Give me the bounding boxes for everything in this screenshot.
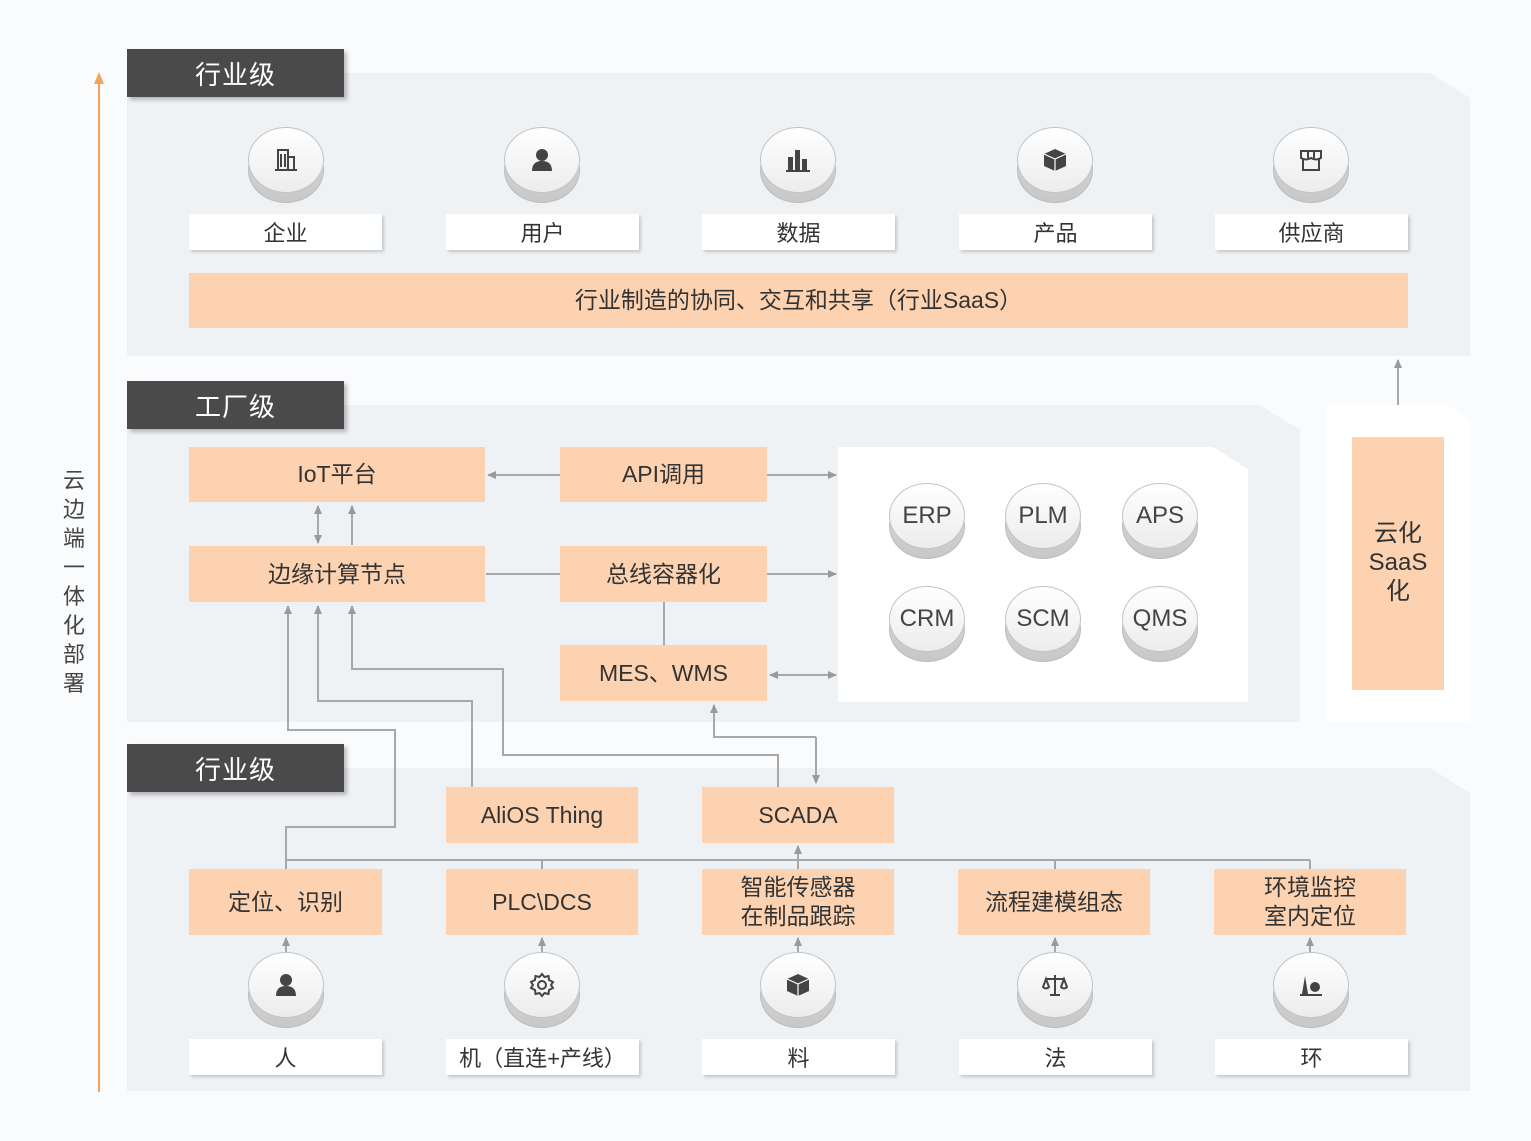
factor-label-man: 人 <box>189 1039 382 1075</box>
source-process-modeling: 流程建模组态 <box>958 869 1150 935</box>
system-crm: CRM <box>889 586 965 662</box>
source-environment: 环境监控室内定位 <box>1214 869 1406 935</box>
industry-label-user: 用户 <box>446 214 639 250</box>
system-plm: PLM <box>1005 483 1081 559</box>
system-qms: QMS <box>1122 586 1198 662</box>
cloud-saas-box: 云化SaaS化 <box>1352 437 1444 690</box>
industry-label-supplier: 供应商 <box>1215 214 1408 250</box>
plant-icon <box>1273 952 1349 1028</box>
system-scm: SCM <box>1005 586 1081 662</box>
factor-label-environment: 环 <box>1215 1039 1408 1075</box>
tier-tag-factory: 工厂级 <box>127 381 344 429</box>
system-aps: APS <box>1122 483 1198 559</box>
tier-tag-industry-bottom: 行业级 <box>127 744 344 792</box>
building-icon <box>248 127 324 203</box>
edge-node: 边缘计算节点 <box>189 546 485 602</box>
industry-saas-banner: 行业制造的协同、交互和共享（行业SaaS） <box>189 273 1408 328</box>
factor-label-machine: 机（直连+产线） <box>446 1039 639 1075</box>
system-erp: ERP <box>889 483 965 559</box>
scada: SCADA <box>702 787 894 843</box>
alios-thing: AliOS Thing <box>446 787 638 843</box>
store-icon <box>1273 127 1349 203</box>
box-icon <box>1017 127 1093 203</box>
source-sensors: 智能传感器在制品跟踪 <box>702 869 894 935</box>
industry-label-data: 数据 <box>702 214 895 250</box>
api-call: API调用 <box>560 447 767 502</box>
scale-icon <box>1017 952 1093 1028</box>
user-icon <box>504 127 580 203</box>
source-positioning: 定位、识别 <box>189 869 382 935</box>
industry-label-enterprise: 企业 <box>189 214 382 250</box>
source-plc-dcs: PLC\DCS <box>446 869 638 935</box>
bus-container: 总线容器化 <box>560 546 767 602</box>
bar-chart-icon <box>760 127 836 203</box>
gear-icon <box>504 952 580 1028</box>
factor-label-method: 法 <box>959 1039 1152 1075</box>
mes-wms: MES、WMS <box>560 645 767 701</box>
iot-platform: IoT平台 <box>189 447 485 502</box>
industry-label-product: 产品 <box>959 214 1152 250</box>
person-icon <box>248 952 324 1028</box>
cube-icon <box>760 952 836 1028</box>
factor-label-material: 料 <box>702 1039 895 1075</box>
tier-tag-industry-top: 行业级 <box>127 49 344 97</box>
